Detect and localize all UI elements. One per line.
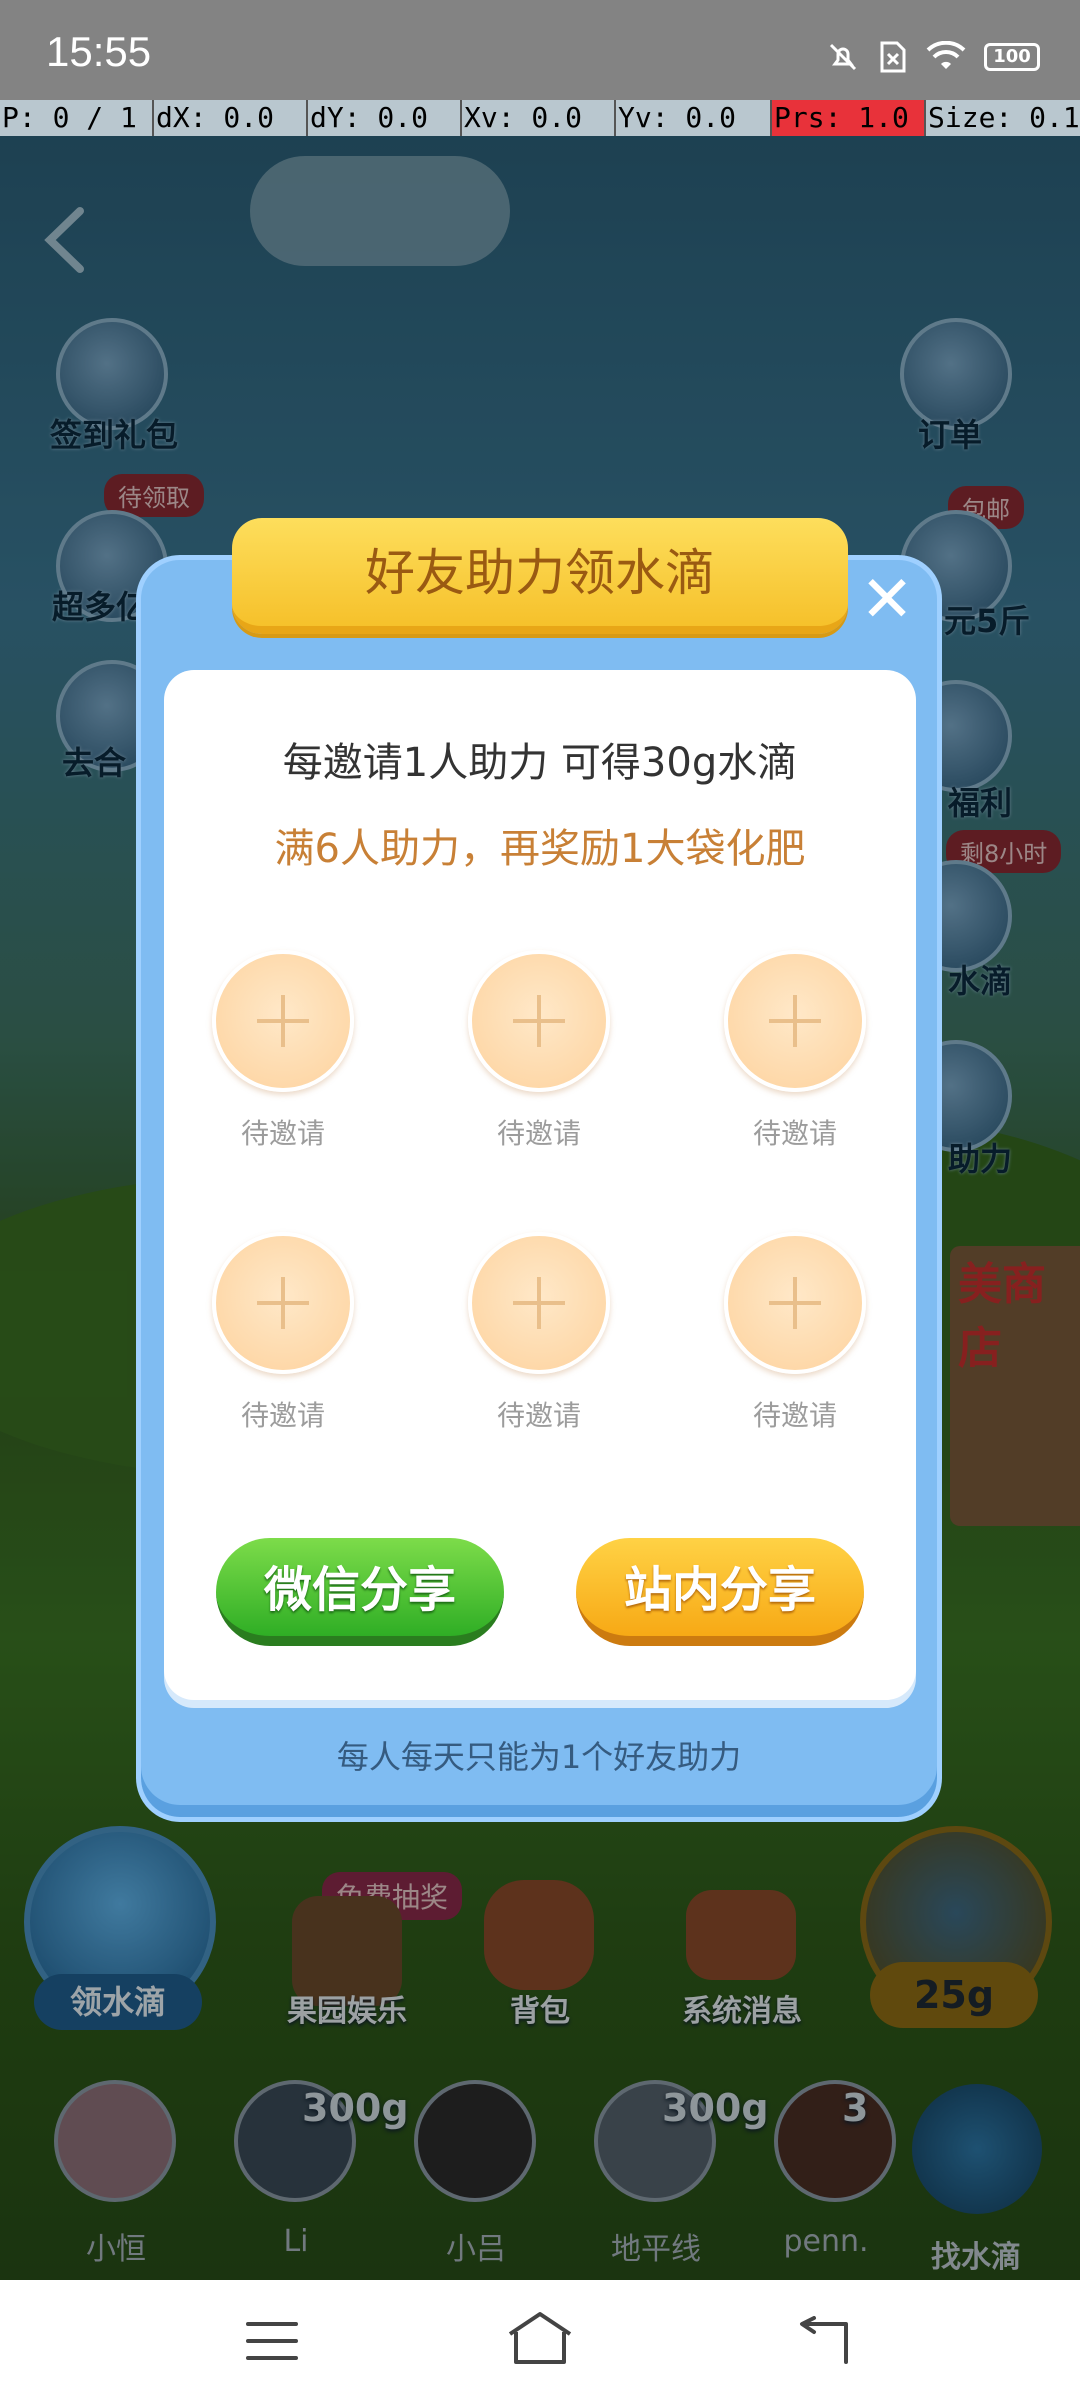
bonus-description: 满6人助力，再奖励1大袋化肥 <box>274 826 806 872</box>
battery-icon: 100 <box>984 43 1040 71</box>
wechat-share-button[interactable]: 微信分享 <box>216 1538 504 1646</box>
mute-notification-icon <box>829 43 857 71</box>
invite-slot-button[interactable] <box>212 1232 354 1374</box>
pressure: Prs: 1.0 <box>770 100 924 136</box>
invite-slot-label: 待邀请 <box>752 1117 837 1150</box>
back-icon[interactable] <box>796 2316 852 2366</box>
reward-description: 每邀请1人助力 可得30g水滴 <box>282 740 798 786</box>
plus-icon <box>793 1277 797 1329</box>
invite-slot-label: 待邀请 <box>496 1399 581 1432</box>
touch-size: Size: 0.13 <box>924 100 1080 136</box>
close-icon[interactable]: ✕ <box>855 568 919 634</box>
no-sim-icon <box>880 41 906 73</box>
menu-icon[interactable] <box>244 2318 300 2364</box>
plus-icon <box>537 995 541 1047</box>
invite-slot-label: 待邀请 <box>752 1399 837 1432</box>
plus-icon <box>281 995 285 1047</box>
plus-icon <box>793 995 797 1047</box>
invite-slot-label: 待邀请 <box>240 1117 325 1150</box>
clock: 15:55 <box>46 28 152 75</box>
status-icons: 100 <box>826 40 1040 74</box>
velocity-x: Xv: 0.0 <box>460 100 614 136</box>
invite-slot-label: 待邀请 <box>240 1399 325 1432</box>
status-bar: 15:55 100 <box>0 0 1080 100</box>
invite-slot-button[interactable] <box>468 1232 610 1374</box>
wifi-icon <box>926 41 966 69</box>
pointer-location-overlay: P: 0 / 1 dX: 0.0 dY: 0.0 Xv: 0.0 Yv: 0.0… <box>0 100 1080 136</box>
site-share-button[interactable]: 站内分享 <box>576 1538 864 1646</box>
invite-slot-button[interactable] <box>724 950 866 1092</box>
invite-slot-button[interactable] <box>724 1232 866 1374</box>
delta-y: dY: 0.0 <box>306 100 460 136</box>
navigation-bar <box>0 2280 1080 2408</box>
invite-slot-label: 待邀请 <box>496 1117 581 1150</box>
delta-x: dX: 0.0 <box>152 100 306 136</box>
invite-slot-button[interactable] <box>468 950 610 1092</box>
modal-title: 好友助力领水滴 <box>232 518 848 634</box>
plus-icon <box>537 1277 541 1329</box>
pointer-count: P: 0 / 1 <box>2 101 137 134</box>
invite-slot-button[interactable] <box>212 950 354 1092</box>
assist-limit-note: 每人每天只能为1个好友助力 <box>336 1738 742 1776</box>
plus-icon <box>281 1277 285 1329</box>
home-icon[interactable] <box>504 2310 576 2366</box>
velocity-y: Yv: 0.0 <box>614 100 770 136</box>
